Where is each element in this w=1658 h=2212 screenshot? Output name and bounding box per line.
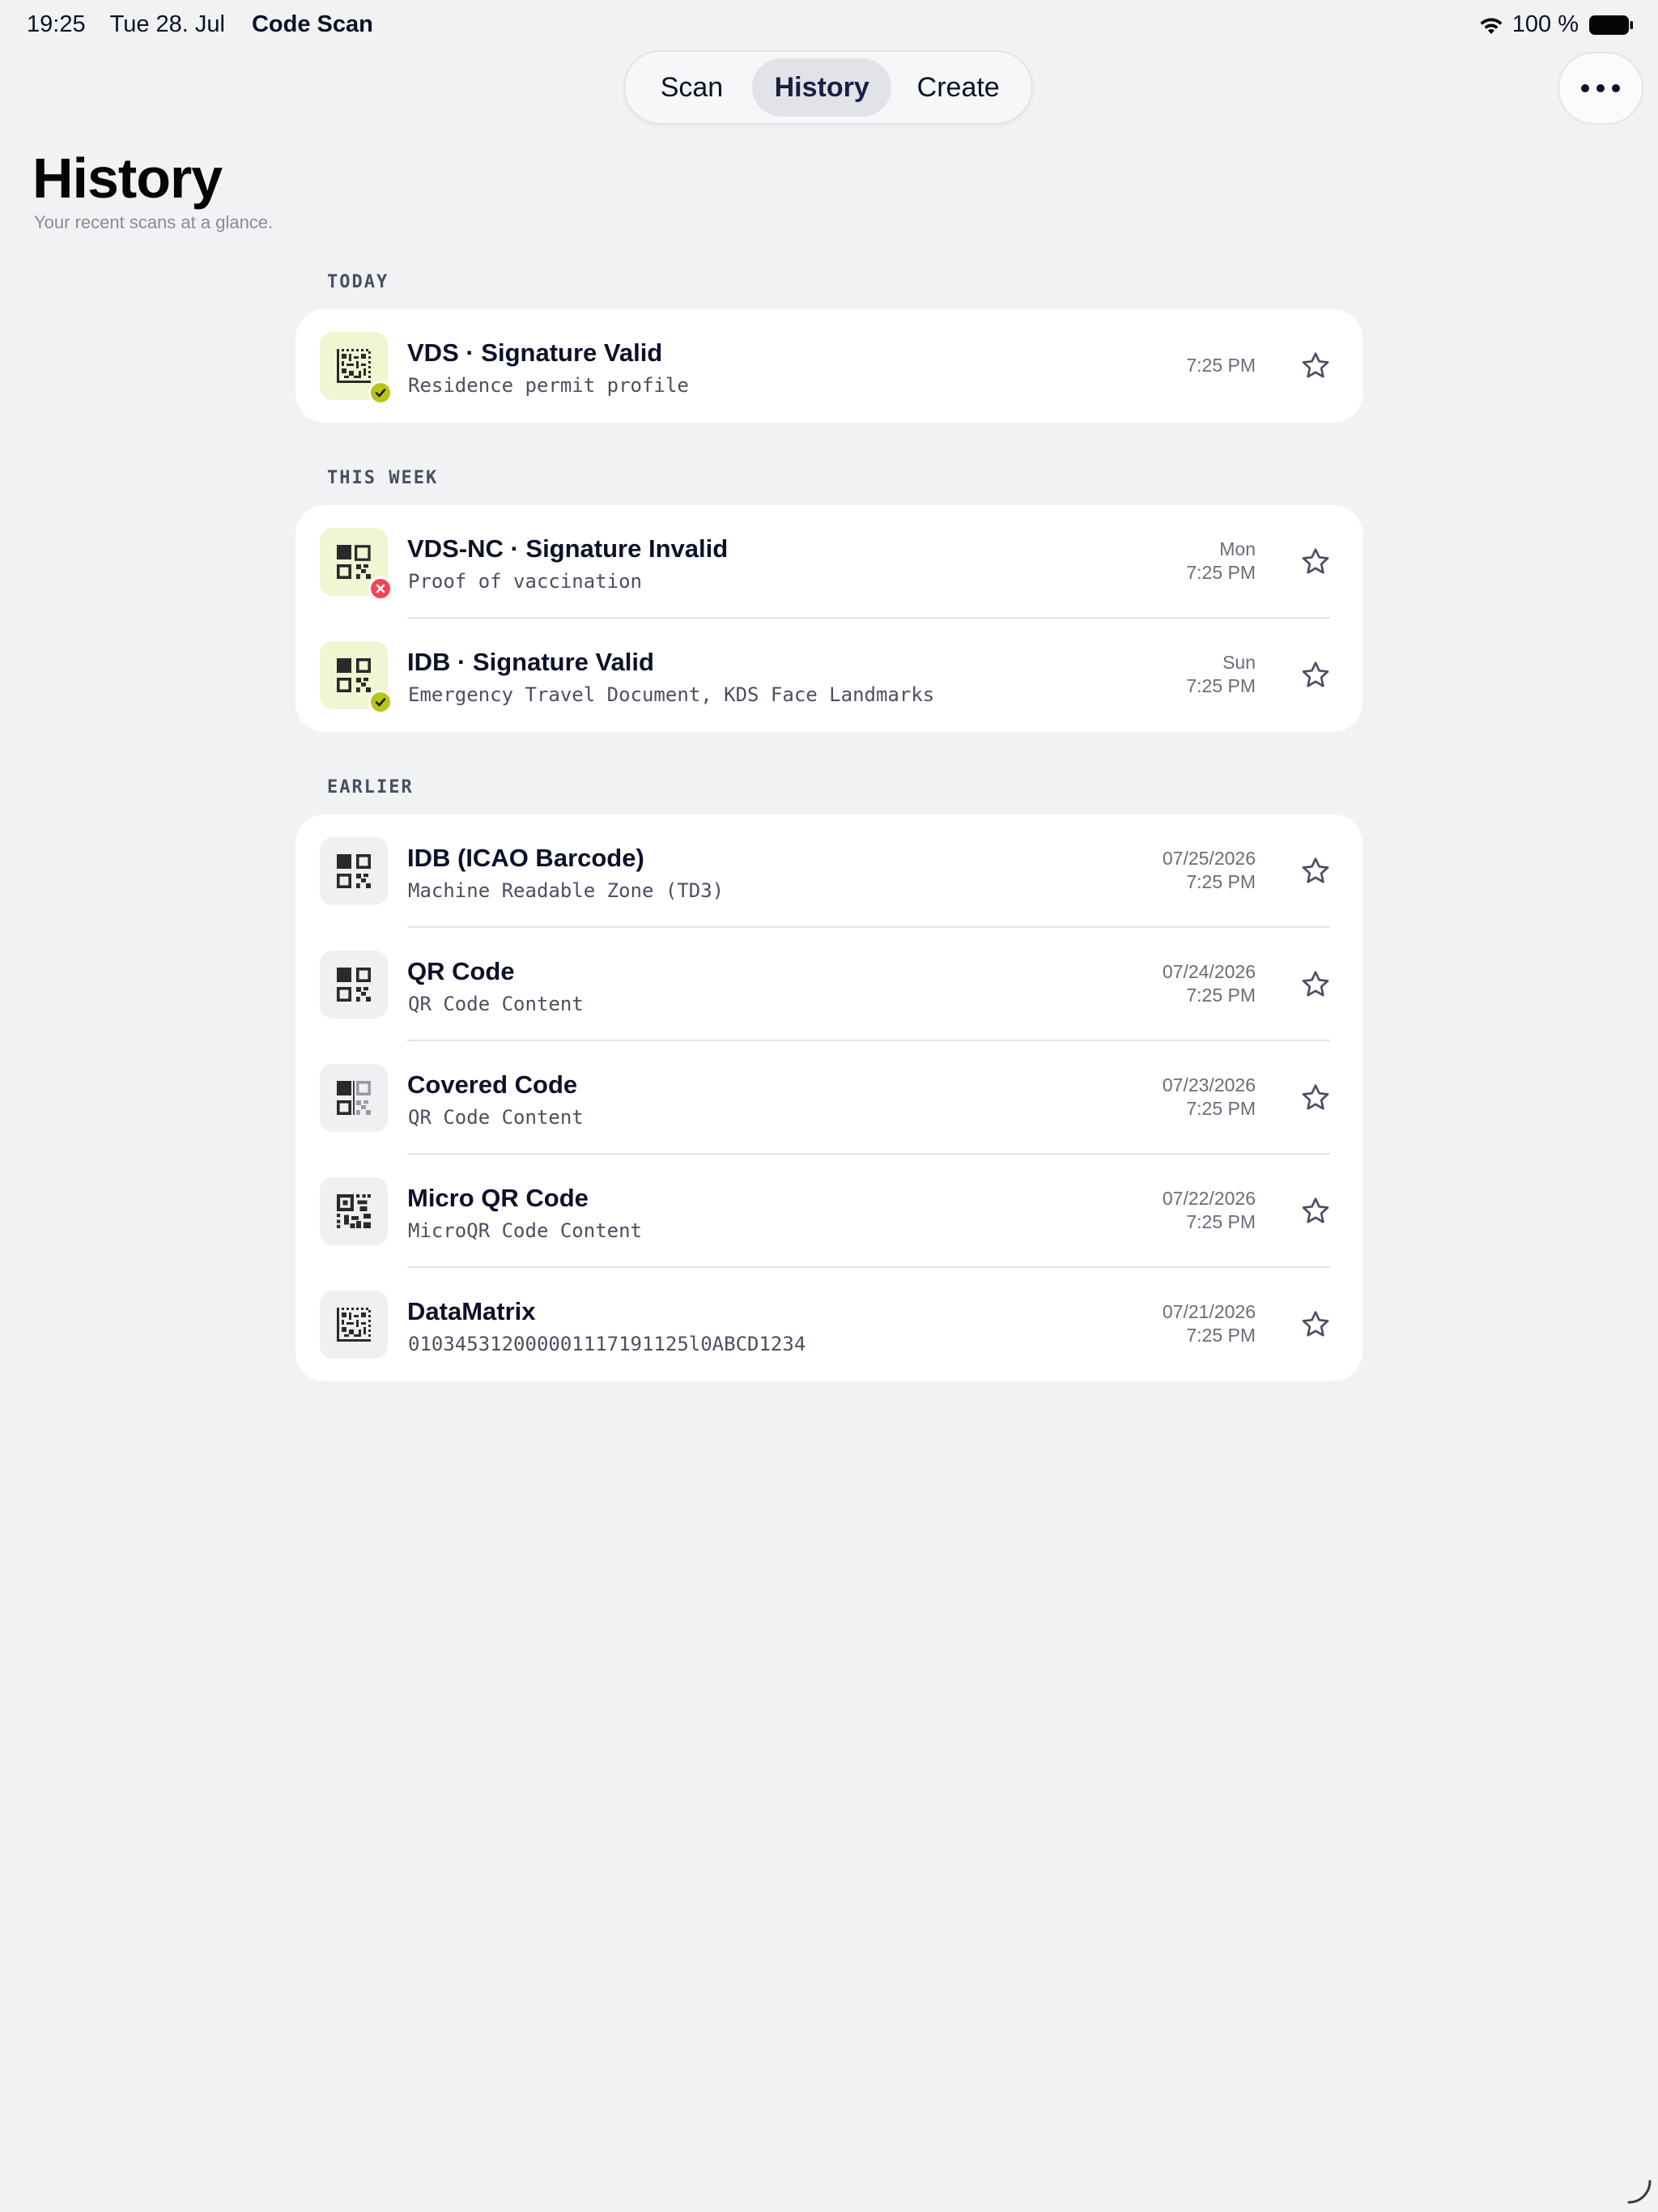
history-card-earlier: IDB (ICAO Barcode) Machine Readable Zone… bbox=[295, 815, 1363, 1381]
history-row[interactable]: VDS · Signature Valid Residence permit p… bbox=[295, 309, 1363, 423]
row-title: DataMatrix bbox=[407, 1297, 536, 1325]
qr-code-icon bbox=[320, 951, 388, 1019]
favorite-button[interactable] bbox=[1296, 965, 1335, 1004]
covered-code-icon bbox=[320, 1064, 388, 1132]
history-row[interactable]: QR Code QR Code Content 07/24/2026 7:25 … bbox=[295, 928, 1363, 1041]
star-icon bbox=[1302, 548, 1329, 574]
qr-code-icon bbox=[320, 837, 388, 905]
tab-create[interactable]: Create bbox=[891, 58, 1025, 117]
more-button[interactable] bbox=[1558, 52, 1643, 125]
row-subtitle: QR Code Content bbox=[408, 1106, 584, 1129]
favorite-button[interactable] bbox=[1296, 852, 1335, 891]
row-time: 7:25 PM bbox=[1186, 562, 1256, 583]
page-title: History bbox=[32, 147, 223, 210]
status-app-name: Code Scan bbox=[251, 11, 373, 37]
resize-handle-icon[interactable] bbox=[1626, 2178, 1652, 2204]
favorite-button[interactable] bbox=[1296, 656, 1335, 695]
qr-code-icon bbox=[320, 528, 393, 601]
favorite-button[interactable] bbox=[1296, 542, 1335, 581]
row-day: 07/25/2026 bbox=[1162, 848, 1256, 869]
micro-qr-icon bbox=[320, 1177, 388, 1245]
row-title: Micro QR Code bbox=[407, 1184, 589, 1212]
row-title: VDS-NC · Signature Invalid bbox=[407, 534, 729, 563]
row-subtitle: MicroQR Code Content bbox=[408, 1219, 642, 1242]
row-timestamp: Sun 7:25 PM bbox=[1186, 651, 1256, 698]
history-row[interactable]: DataMatrix 010345312000001117191125l0ABC… bbox=[295, 1268, 1363, 1381]
valid-badge-icon bbox=[368, 690, 393, 714]
row-timestamp: 07/25/2026 7:25 PM bbox=[1163, 847, 1256, 894]
tab-history[interactable]: History bbox=[751, 58, 892, 117]
history-row[interactable]: Micro QR Code MicroQR Code Content 07/22… bbox=[295, 1155, 1363, 1268]
favorite-button[interactable] bbox=[1296, 1305, 1335, 1344]
row-time: 7:25 PM bbox=[1186, 675, 1256, 696]
row-timestamp: 07/23/2026 7:25 PM bbox=[1163, 1074, 1256, 1121]
star-icon bbox=[1302, 661, 1329, 687]
history-card-this-week: VDS-NC · Signature Invalid Proof of vacc… bbox=[295, 505, 1363, 732]
star-icon bbox=[1302, 971, 1329, 997]
star-icon bbox=[1302, 857, 1329, 883]
ellipsis-icon bbox=[1581, 84, 1589, 92]
row-subtitle: Emergency Travel Document, KDS Face Land… bbox=[408, 683, 935, 706]
row-subtitle: Machine Readable Zone (TD3) bbox=[408, 879, 725, 902]
row-timestamp: 07/24/2026 7:25 PM bbox=[1163, 960, 1256, 1007]
qr-code-icon bbox=[320, 641, 393, 714]
row-timestamp: 07/22/2026 7:25 PM bbox=[1163, 1187, 1256, 1234]
wifi-icon bbox=[1480, 17, 1503, 34]
row-timestamp: 7:25 PM bbox=[1186, 354, 1256, 377]
ellipsis-dot bbox=[1596, 84, 1605, 92]
row-subtitle: Proof of vaccination bbox=[408, 570, 642, 593]
row-title: Covered Code bbox=[407, 1070, 578, 1099]
valid-badge-icon bbox=[368, 381, 393, 405]
section-header-this-week: THIS WEEK bbox=[327, 468, 439, 488]
row-day: 07/23/2026 bbox=[1162, 1074, 1256, 1095]
row-title: VDS · Signature Valid bbox=[407, 338, 663, 367]
row-time: 7:25 PM bbox=[1186, 1325, 1256, 1346]
row-timestamp: Mon 7:25 PM bbox=[1186, 538, 1256, 585]
row-subtitle: Residence permit profile bbox=[408, 374, 689, 397]
row-day: 07/22/2026 bbox=[1162, 1188, 1256, 1209]
favorite-button[interactable] bbox=[1296, 1078, 1335, 1117]
row-time: 7:25 PM bbox=[1186, 871, 1256, 892]
row-day: Mon bbox=[1219, 538, 1256, 559]
row-day: Sun bbox=[1222, 652, 1256, 673]
row-time: 7:25 PM bbox=[1186, 355, 1256, 376]
datamatrix-icon bbox=[320, 1291, 388, 1359]
tab-scan[interactable]: Scan bbox=[631, 58, 752, 117]
favorite-button[interactable] bbox=[1296, 1192, 1335, 1231]
row-title: IDB (ICAO Barcode) bbox=[407, 844, 644, 872]
star-icon bbox=[1302, 1197, 1329, 1223]
row-subtitle: 010345312000001117191125l0ABCD1234 bbox=[408, 1333, 806, 1355]
row-time: 7:25 PM bbox=[1186, 1211, 1256, 1232]
star-icon bbox=[1302, 1311, 1329, 1337]
status-date: Tue 28. Jul bbox=[109, 11, 225, 37]
tab-bar: Scan History Create bbox=[623, 50, 1033, 125]
row-subtitle: QR Code Content bbox=[408, 993, 584, 1015]
history-row[interactable]: IDB · Signature Valid Emergency Travel D… bbox=[295, 619, 1363, 732]
row-time: 7:25 PM bbox=[1186, 1098, 1256, 1119]
history-card-today: VDS · Signature Valid Residence permit p… bbox=[295, 309, 1363, 423]
section-header-earlier: EARLIER bbox=[327, 777, 414, 798]
history-row[interactable]: VDS-NC · Signature Invalid Proof of vacc… bbox=[295, 505, 1363, 619]
status-bar: 19:25 Tue 28. Jul Code Scan 100 % bbox=[0, 0, 1658, 52]
row-title: QR Code bbox=[407, 957, 515, 985]
section-header-today: TODAY bbox=[327, 272, 389, 292]
row-day: 07/21/2026 bbox=[1162, 1301, 1256, 1322]
history-row[interactable]: IDB (ICAO Barcode) Machine Readable Zone… bbox=[295, 815, 1363, 928]
status-time: 19:25 bbox=[27, 11, 86, 37]
star-icon bbox=[1302, 1084, 1329, 1110]
datamatrix-icon bbox=[320, 332, 393, 405]
star-icon bbox=[1302, 352, 1329, 378]
row-day: 07/24/2026 bbox=[1162, 961, 1256, 982]
page-subtitle: Your recent scans at a glance. bbox=[34, 212, 274, 232]
history-row[interactable]: Covered Code QR Code Content 07/23/2026 … bbox=[295, 1041, 1363, 1155]
favorite-button[interactable] bbox=[1296, 347, 1335, 385]
row-timestamp: 07/21/2026 7:25 PM bbox=[1163, 1300, 1256, 1347]
invalid-badge-icon bbox=[368, 576, 393, 601]
ellipsis-dot bbox=[1612, 84, 1620, 92]
row-title: IDB · Signature Valid bbox=[407, 648, 654, 676]
battery-percent: 100 % bbox=[1511, 11, 1579, 37]
row-time: 7:25 PM bbox=[1186, 985, 1256, 1006]
battery-icon bbox=[1589, 15, 1633, 35]
